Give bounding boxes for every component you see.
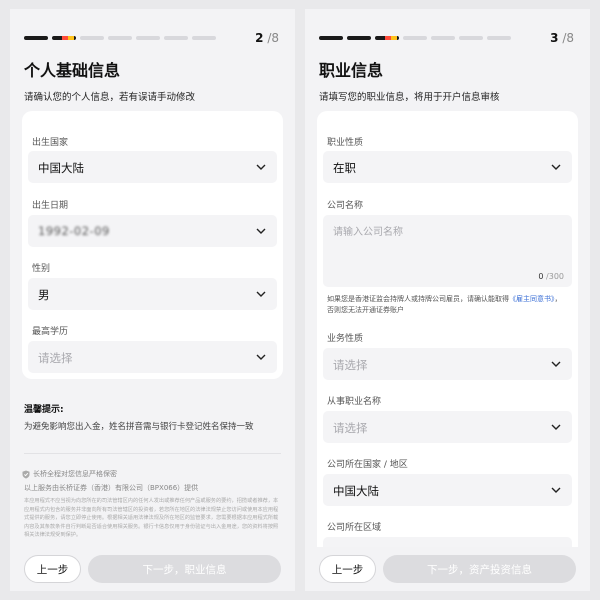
step-total: /8	[562, 31, 574, 45]
company-name-input[interactable]: 请输入公司名称 0 /300	[323, 215, 572, 287]
birth-date-select[interactable]: 1992-02-09	[28, 215, 277, 247]
company-region-label: 公司所在区域	[327, 523, 382, 533]
progress-bar-2	[52, 36, 76, 40]
next-step-button[interactable]: 下一步，职业信息	[88, 555, 281, 583]
chevron-down-icon	[550, 161, 562, 173]
progress-bar-6	[459, 36, 483, 40]
progress-indicator: 3 /8	[319, 31, 574, 47]
progress-bar-4	[403, 36, 427, 40]
progress-bar-7	[487, 36, 511, 40]
char-count: 0	[538, 272, 544, 281]
chevron-down-icon	[550, 484, 562, 496]
chevron-down-icon	[550, 421, 562, 433]
page-title: 个人基础信息	[24, 61, 121, 80]
step-counter: 3 /8	[550, 31, 574, 45]
page-subtitle: 请填写您的职业信息，将用于开户信息审核	[319, 92, 500, 103]
progress-bar-5	[136, 36, 160, 40]
company-name-label: 公司名称	[327, 201, 364, 211]
progress-bar-2	[347, 36, 371, 40]
next-step-button[interactable]: 下一步，资产投资信息	[383, 555, 576, 583]
occupation-select[interactable]: 在职	[323, 151, 572, 183]
education-label: 最高学历	[32, 327, 69, 337]
step-current: 3	[550, 31, 559, 45]
company-country-value: 中国大陆	[333, 484, 379, 498]
prev-step-button[interactable]: 上一步	[24, 555, 81, 583]
char-counter: 0 /300	[538, 272, 564, 281]
business-label: 业务性质	[327, 334, 364, 344]
progress-bar-4	[108, 36, 132, 40]
progress-bar-3	[80, 36, 104, 40]
progress-indicator: 2 /8	[24, 31, 279, 47]
chevron-down-icon	[255, 225, 267, 237]
screens-container: 2 /8 个人基础信息 请确认您的个人信息，若有误请手动修改 出生国家 中国大陆…	[0, 0, 600, 600]
note-text: 如果您是香港证监会持牌人或持牌公司雇员，请确认能取得	[327, 295, 509, 303]
birth-country-label: 出生国家	[32, 138, 69, 148]
company-name-placeholder: 请输入公司名称	[333, 227, 403, 238]
progress-bars	[319, 36, 511, 40]
progress-bars	[24, 36, 216, 40]
birth-country-select[interactable]: 中国大陆	[28, 151, 277, 183]
security-notice: 长桥全程对您信息严格保密	[22, 469, 117, 479]
tips-text: 为避免影响您出入金，姓名拼音需与银行卡登记姓名保持一致	[24, 422, 254, 432]
progress-bar-1	[319, 36, 343, 40]
chevron-down-icon	[255, 288, 267, 300]
occupation-value: 在职	[333, 161, 356, 175]
employer-consent-note: 如果您是香港证监会持牌人或持牌公司雇员，请确认能取得《雇主同意书》，否则您无法开…	[327, 294, 568, 316]
provider-text: 以上服务由长桥证券（香港）有限公司（BPX066）提供	[24, 484, 199, 492]
birth-date-value: 1992-02-09	[38, 224, 110, 238]
company-country-select[interactable]: 中国大陆	[323, 474, 572, 506]
job-title-select[interactable]: 请选择	[323, 411, 572, 443]
gender-label: 性别	[32, 264, 51, 274]
personal-info-screen: 2 /8 个人基础信息 请确认您的个人信息，若有误请手动修改 出生国家 中国大陆…	[10, 9, 295, 591]
job-title-placeholder: 请选择	[333, 421, 368, 435]
page-subtitle: 请确认您的个人信息，若有误请手动修改	[24, 92, 196, 103]
step-total: /8	[267, 31, 279, 45]
progress-bar-7	[192, 36, 216, 40]
divider	[24, 453, 281, 454]
education-placeholder: 请选择	[38, 351, 73, 365]
chevron-down-icon	[255, 351, 267, 363]
occupation-info-card: 职业性质 在职 公司名称 请输入公司名称 0 /300 如果您是香港证监会持牌人…	[317, 111, 578, 591]
char-max: /300	[546, 272, 564, 281]
chevron-down-icon	[550, 358, 562, 370]
business-placeholder: 请选择	[333, 358, 368, 372]
progress-bar-3	[375, 36, 399, 40]
step-counter: 2 /8	[255, 31, 279, 45]
education-select[interactable]: 请选择	[28, 341, 277, 373]
progress-bar-1	[24, 36, 48, 40]
birth-country-value: 中国大陆	[38, 161, 84, 175]
birth-date-label: 出生日期	[32, 201, 69, 211]
business-select[interactable]: 请选择	[323, 348, 572, 380]
company-country-label: 公司所在国家 / 地区	[327, 460, 408, 470]
disclaimer-text: 本应用程式不应当视为向您所在的司法管辖区内的任何人发出或推荐任何产品或服务的要约…	[24, 498, 279, 538]
gender-value: 男	[38, 288, 50, 302]
personal-info-card: 出生国家 中国大陆 出生日期 1992-02-09 性别 男 最高学历 请选择	[22, 111, 283, 379]
employer-consent-link[interactable]: 《雇主同意书》	[509, 295, 555, 303]
bottom-action-bar: 上一步 下一步，资产投资信息	[305, 547, 590, 591]
progress-bar-5	[431, 36, 455, 40]
occupation-info-screen: 3 /8 职业信息 请填写您的职业信息，将用于开户信息审核 职业性质 在职 公司…	[305, 9, 590, 591]
bottom-action-bar: 上一步 下一步，职业信息	[10, 547, 295, 591]
prev-step-button[interactable]: 上一步	[319, 555, 376, 583]
tips-title: 温馨提示:	[24, 405, 64, 415]
chevron-down-icon	[255, 161, 267, 173]
job-title-label: 从事职业名称	[327, 397, 382, 407]
security-text: 长桥全程对您信息严格保密	[33, 470, 117, 478]
progress-bar-6	[164, 36, 188, 40]
step-current: 2	[255, 31, 264, 45]
gender-select[interactable]: 男	[28, 278, 277, 310]
page-title: 职业信息	[319, 61, 384, 80]
shield-icon	[22, 470, 30, 478]
occupation-label: 职业性质	[327, 138, 364, 148]
